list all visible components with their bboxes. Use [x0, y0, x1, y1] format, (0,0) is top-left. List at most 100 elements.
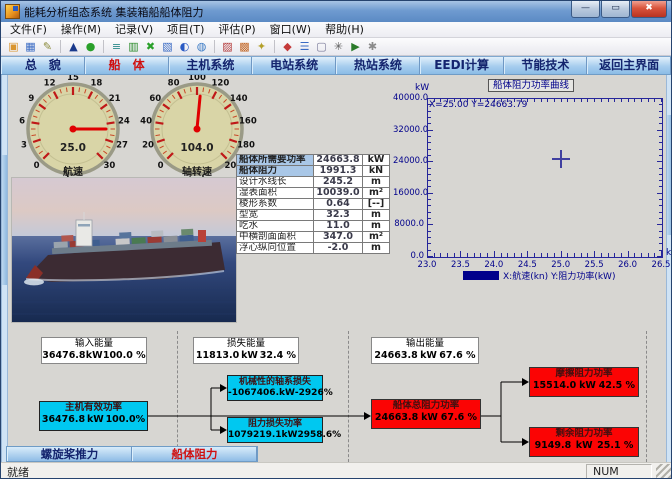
- x-minor-tick: [527, 253, 528, 257]
- menu-item[interactable]: 帮助(H): [318, 22, 371, 37]
- x-minor-tick: [561, 99, 562, 102]
- table-cell: 32.3: [314, 210, 363, 221]
- y-minor-tick: [428, 224, 431, 225]
- pause-icon[interactable]: ◐: [176, 39, 193, 54]
- x-tick-label: 25.5: [579, 260, 609, 270]
- speed-gauge: 03691215182124273025.0航速kn: [13, 75, 133, 191]
- table-cell: 湿表面积: [237, 188, 314, 199]
- menu-item[interactable]: 操作(M): [54, 22, 108, 37]
- y-tick-label: 8000.0: [393, 219, 424, 229]
- box-title: 摩擦阻力功率: [530, 368, 638, 380]
- x-minor-tick: [434, 253, 435, 257]
- resize-grip[interactable]: [656, 464, 671, 479]
- fan-icon[interactable]: ✳: [330, 39, 347, 54]
- building-icon[interactable]: ▢: [313, 39, 330, 54]
- menu-item[interactable]: 记录(V): [108, 22, 160, 37]
- import-icon[interactable]: ▥: [125, 39, 142, 54]
- x-minor-tick: [480, 99, 481, 102]
- box-title: 输入能量: [42, 338, 146, 350]
- svg-text:21: 21: [109, 94, 121, 104]
- chart-x-axis-label: kn: [666, 248, 672, 258]
- svg-text:120: 120: [212, 79, 230, 89]
- output-energy-box: 输出能量 24663.8kW67.6 %: [371, 337, 479, 364]
- table-cell: kW: [363, 155, 390, 166]
- maximize-button[interactable]: ▭: [601, 1, 630, 18]
- y-minor-tick: [428, 104, 431, 105]
- x-minor-tick: [654, 253, 655, 257]
- chart-icon[interactable]: ▧: [159, 39, 176, 54]
- sub-tab-船体阻力[interactable]: 船体阻力: [132, 447, 257, 461]
- report-icon[interactable]: ▩: [236, 39, 253, 54]
- svg-text:18: 18: [90, 79, 102, 89]
- team-icon[interactable]: ◆: [279, 39, 296, 54]
- x-minor-tick: [440, 253, 441, 257]
- loss-energy-box: 损失能量 11813.0kW32.4 %: [193, 337, 299, 364]
- list-icon[interactable]: ≡: [108, 39, 125, 54]
- ship-icon[interactable]: ▲: [65, 39, 82, 54]
- y-minor-tick: [659, 212, 662, 213]
- y-minor-tick: [428, 136, 431, 137]
- menu-item[interactable]: 文件(F): [3, 22, 54, 37]
- status-text: 就绪: [1, 464, 586, 479]
- new-icon[interactable]: ▣: [5, 39, 22, 54]
- menu-item[interactable]: 项目(T): [160, 22, 211, 37]
- nav-tab-EEDI计算[interactable]: EEDI计算: [420, 57, 504, 74]
- bottom-sub-tabs: 螺旋桨推力船体阻力: [6, 446, 258, 462]
- sub-tab-螺旋桨推力[interactable]: 螺旋桨推力: [7, 447, 132, 461]
- x-minor-tick: [634, 253, 635, 257]
- x-minor-tick: [661, 253, 662, 257]
- nav-tab-节能技术[interactable]: 节能技术: [504, 57, 588, 74]
- nav-tab-主机系统[interactable]: 主机系统: [169, 57, 253, 74]
- close-all-icon[interactable]: ✖: [142, 39, 159, 54]
- table-cell: [--]: [363, 199, 390, 210]
- y-minor-tick: [428, 123, 431, 124]
- chart-title: 船体阻力功率曲线: [488, 79, 574, 92]
- close-button[interactable]: ✖: [631, 1, 667, 18]
- chart-y-axis-label: kW: [415, 83, 429, 93]
- table-cell: 棱形系数: [237, 199, 314, 210]
- nav-tab-总貌[interactable]: 总 貌: [1, 57, 85, 74]
- nav-tab-返回主界面[interactable]: 返回主界面: [587, 57, 671, 74]
- table-cell: 设计水线长: [237, 177, 314, 188]
- log-icon[interactable]: ☰: [296, 39, 313, 54]
- box-title: 机械性的轴系损失: [228, 376, 322, 388]
- x-tick-label: 23.5: [445, 260, 475, 270]
- x-minor-tick: [654, 99, 655, 102]
- title-bar: 能耗分析组态系统 集装箱船船体阻力 — ▭ ✖: [1, 1, 671, 22]
- x-minor-tick: [587, 253, 588, 257]
- y-minor-tick: [659, 123, 662, 124]
- num-lock-indicator: NUM: [586, 464, 652, 479]
- nav-tab-热站系统[interactable]: 热站系统: [336, 57, 420, 74]
- chart-annotation: X=25.00 Y=24663.79: [429, 100, 527, 110]
- y-minor-tick: [659, 180, 662, 181]
- save-icon[interactable]: ▦: [22, 39, 39, 54]
- palette-icon[interactable]: ✦: [253, 39, 270, 54]
- legend-swatch: [463, 271, 499, 280]
- y-minor-tick: [659, 104, 662, 105]
- settings-icon[interactable]: ✱: [364, 39, 381, 54]
- x-minor-tick: [601, 253, 602, 257]
- curve-icon[interactable]: ▨: [219, 39, 236, 54]
- y-minor-tick: [659, 231, 662, 232]
- nav-tab-电站系统[interactable]: 电站系统: [252, 57, 336, 74]
- y-minor-tick: [428, 117, 431, 118]
- minimize-button[interactable]: —: [571, 1, 600, 18]
- table-cell: 船体阻力: [237, 166, 314, 177]
- menu-item[interactable]: 窗口(W): [263, 22, 318, 37]
- edit-icon[interactable]: ✎: [39, 39, 56, 54]
- toolbar-separator: [214, 40, 215, 53]
- main-engine-power-box: 主机有效功率 36476.8kW100.0%: [39, 401, 148, 431]
- globe-icon[interactable]: ◍: [193, 39, 210, 54]
- menu-item[interactable]: 评估(P): [211, 22, 262, 37]
- x-minor-tick: [501, 253, 502, 257]
- table-cell: m²: [363, 232, 390, 243]
- info-icon[interactable]: ●: [82, 39, 99, 54]
- svg-text:3: 3: [21, 140, 27, 150]
- window-title: 能耗分析组态系统 集装箱船船体阻力: [24, 4, 570, 20]
- x-minor-tick: [427, 99, 428, 102]
- y-minor-tick: [428, 212, 431, 213]
- y-minor-tick: [428, 199, 431, 200]
- y-minor-tick: [428, 186, 431, 187]
- run-icon[interactable]: ▶: [347, 39, 364, 54]
- nav-tab-船体[interactable]: 船 体: [85, 57, 169, 74]
